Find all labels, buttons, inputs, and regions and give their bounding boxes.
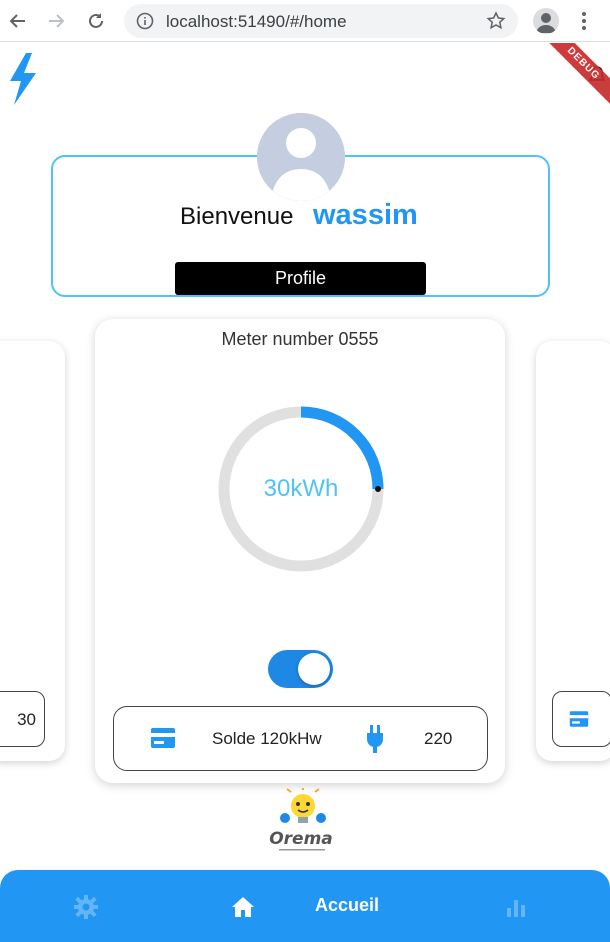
username-label: wassim	[313, 199, 418, 231]
browser-profile-icon[interactable]	[533, 8, 559, 34]
credit-card-icon	[150, 727, 176, 749]
toggle-knob[interactable]	[298, 653, 330, 685]
settings-icon[interactable]	[73, 894, 99, 920]
forward-icon[interactable]	[44, 9, 68, 33]
avatar[interactable]	[257, 113, 345, 201]
orema-logo: Orema	[263, 788, 339, 858]
back-icon[interactable]	[6, 9, 30, 33]
meter-toggle[interactable]	[268, 650, 333, 688]
meter-card: Meter number 0555 30kWh Solde 120kHw 220	[95, 319, 505, 783]
address-bar[interactable]: localhost:51490/#/home	[124, 4, 518, 38]
app-home-screen: DEBUG Bienvenue wassim Profile 30 Meter …	[0, 43, 610, 942]
browser-toolbar: localhost:51490/#/home	[0, 0, 610, 42]
tab-accueil-label[interactable]: Accueil	[315, 895, 379, 916]
bar-chart-icon[interactable]	[503, 894, 529, 920]
url-text[interactable]: localhost:51490/#/home	[166, 12, 347, 32]
stats-box-next	[552, 691, 610, 747]
plug-icon	[366, 725, 384, 753]
site-info-icon[interactable]	[136, 12, 154, 30]
profile-button[interactable]: Profile	[175, 262, 426, 295]
voltage-value: 220	[424, 729, 453, 748]
lightning-bolt-icon[interactable]	[6, 53, 38, 105]
meter-card-previous[interactable]: 30	[0, 341, 65, 761]
meter-title: Meter number 0555	[221, 329, 379, 349]
svg-text:Orema: Orema	[269, 829, 333, 849]
welcome-greeting: Bienvenue	[180, 203, 294, 230]
credit-card-icon	[569, 710, 589, 733]
gauge-value: 30kWh	[263, 475, 339, 502]
previous-card-value: 30	[17, 710, 36, 729]
meter-card-next[interactable]	[536, 341, 610, 761]
bottom-navigation: Accueil	[0, 870, 610, 942]
browser-menu-icon[interactable]	[576, 9, 592, 33]
reload-icon[interactable]	[84, 9, 108, 33]
home-icon[interactable]	[230, 894, 256, 920]
bookmark-star-icon[interactable]	[486, 11, 506, 31]
stats-box-previous: 30	[0, 691, 45, 747]
meter-stats: Solde 120kHw 220	[113, 706, 488, 771]
debug-banner: DEBUG	[537, 43, 610, 110]
solde-value: Solde 120kHw	[212, 729, 322, 748]
